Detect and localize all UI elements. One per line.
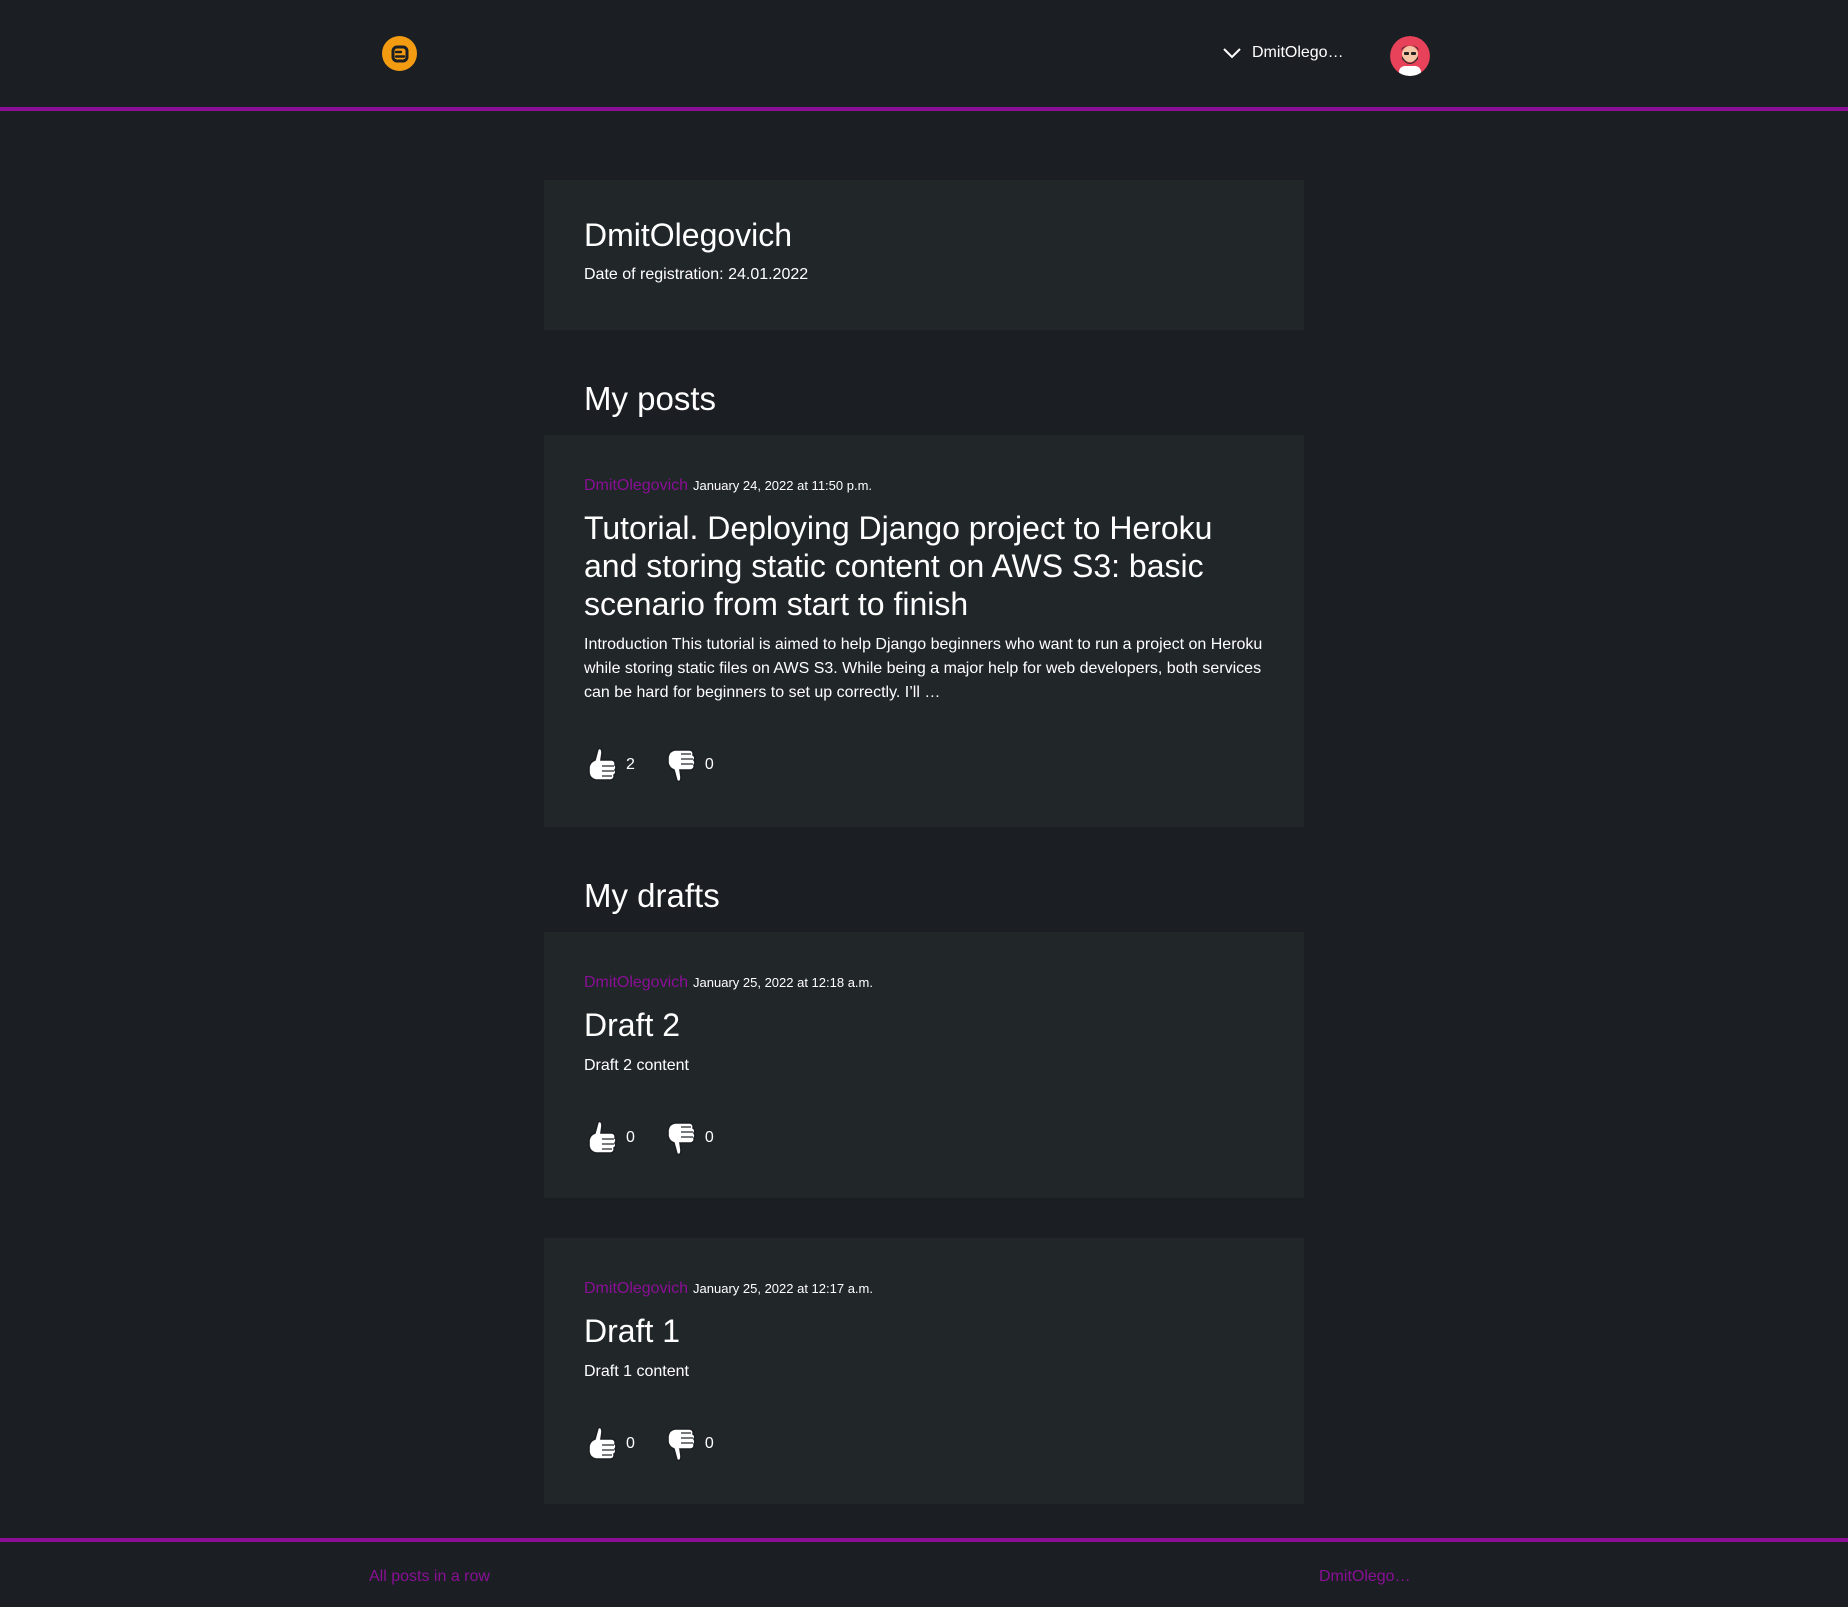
like-button[interactable]: 0 [584, 1118, 635, 1158]
thumbs-up-icon [584, 1424, 620, 1464]
thumbs-down-icon [663, 745, 699, 785]
card-spacer [544, 1198, 1304, 1238]
dislike-count: 0 [704, 1129, 714, 1146]
thumbs-up-icon [584, 745, 620, 785]
like-button[interactable]: 0 [584, 1424, 635, 1464]
like-count: 0 [626, 1435, 635, 1452]
footer-user-link[interactable]: DmitOlego… [1319, 1568, 1411, 1586]
main-content: DmitOlegovich Date of registration: 24.0… [544, 180, 1304, 1504]
user-menu-dropdown[interactable]: DmitOlego… [1222, 44, 1344, 62]
post-excerpt: Introduction This tutorial is aimed to h… [584, 636, 1263, 701]
draft-meta: DmitOlegovich January 25, 2022 at 12:18 … [584, 974, 1264, 992]
draft-author-link[interactable]: DmitOlegovich [584, 1280, 688, 1298]
dislike-button[interactable]: 0 [663, 745, 714, 785]
post-author-link[interactable]: DmitOlegovich [584, 477, 688, 495]
my-posts-heading: My posts [584, 380, 717, 417]
draft-excerpt: Draft 2 content [584, 1057, 689, 1074]
my-drafts-heading: My drafts [584, 877, 720, 914]
chevron-down-icon [1222, 47, 1242, 59]
dislike-button[interactable]: 0 [663, 1424, 714, 1464]
draft-date: January 25, 2022 at 12:18 a.m. [693, 975, 873, 990]
draft-author-link[interactable]: DmitOlegovich [584, 974, 688, 992]
draft-card: DmitOlegovich January 25, 2022 at 12:18 … [544, 932, 1304, 1198]
draft-title-link[interactable]: Draft 2 [584, 1006, 1264, 1044]
dislike-count: 0 [704, 756, 714, 773]
draft-reactions: 0 0 [584, 1424, 1264, 1464]
post-date: January 24, 2022 at 11:50 p.m. [693, 478, 873, 493]
user-menu-username: DmitOlego… [1252, 44, 1344, 61]
top-navbar: DmitOlego… [0, 0, 1848, 111]
draft-title-link[interactable]: Draft 1 [584, 1312, 1264, 1350]
like-button[interactable]: 2 [584, 745, 635, 785]
profile-card: DmitOlegovich Date of registration: 24.0… [544, 180, 1304, 330]
draft-reactions: 0 0 [584, 1118, 1264, 1158]
dislike-button[interactable]: 0 [663, 1118, 714, 1158]
post-card: DmitOlegovich January 24, 2022 at 11:50 … [544, 435, 1304, 827]
dislike-count: 0 [704, 1435, 714, 1452]
draft-meta: DmitOlegovich January 25, 2022 at 12:17 … [584, 1280, 1264, 1298]
thumbs-up-icon [584, 1118, 620, 1158]
footer: All posts in a row DmitOlego… [0, 1538, 1848, 1607]
post-meta: DmitOlegovich January 24, 2022 at 11:50 … [584, 477, 1264, 495]
draft-excerpt: Draft 1 content [584, 1363, 689, 1380]
thumbs-down-icon [663, 1118, 699, 1158]
all-posts-link[interactable]: All posts in a row [369, 1568, 490, 1586]
draft-date: January 25, 2022 at 12:17 a.m. [693, 1281, 873, 1296]
avatar-icon[interactable] [1390, 36, 1430, 76]
like-count: 0 [626, 1129, 635, 1146]
registration-date: Date of registration: 24.01.2022 [584, 266, 809, 284]
post-title-link[interactable]: Tutorial. Deploying Django project to He… [584, 509, 1264, 623]
draft-card: DmitOlegovich January 25, 2022 at 12:17 … [544, 1238, 1304, 1504]
post-reactions: 2 0 [584, 745, 1264, 785]
blogger-logo-icon[interactable] [382, 36, 417, 71]
thumbs-down-icon [663, 1424, 699, 1464]
profile-name: DmitOlegovich [584, 217, 793, 253]
like-count: 2 [626, 756, 635, 773]
